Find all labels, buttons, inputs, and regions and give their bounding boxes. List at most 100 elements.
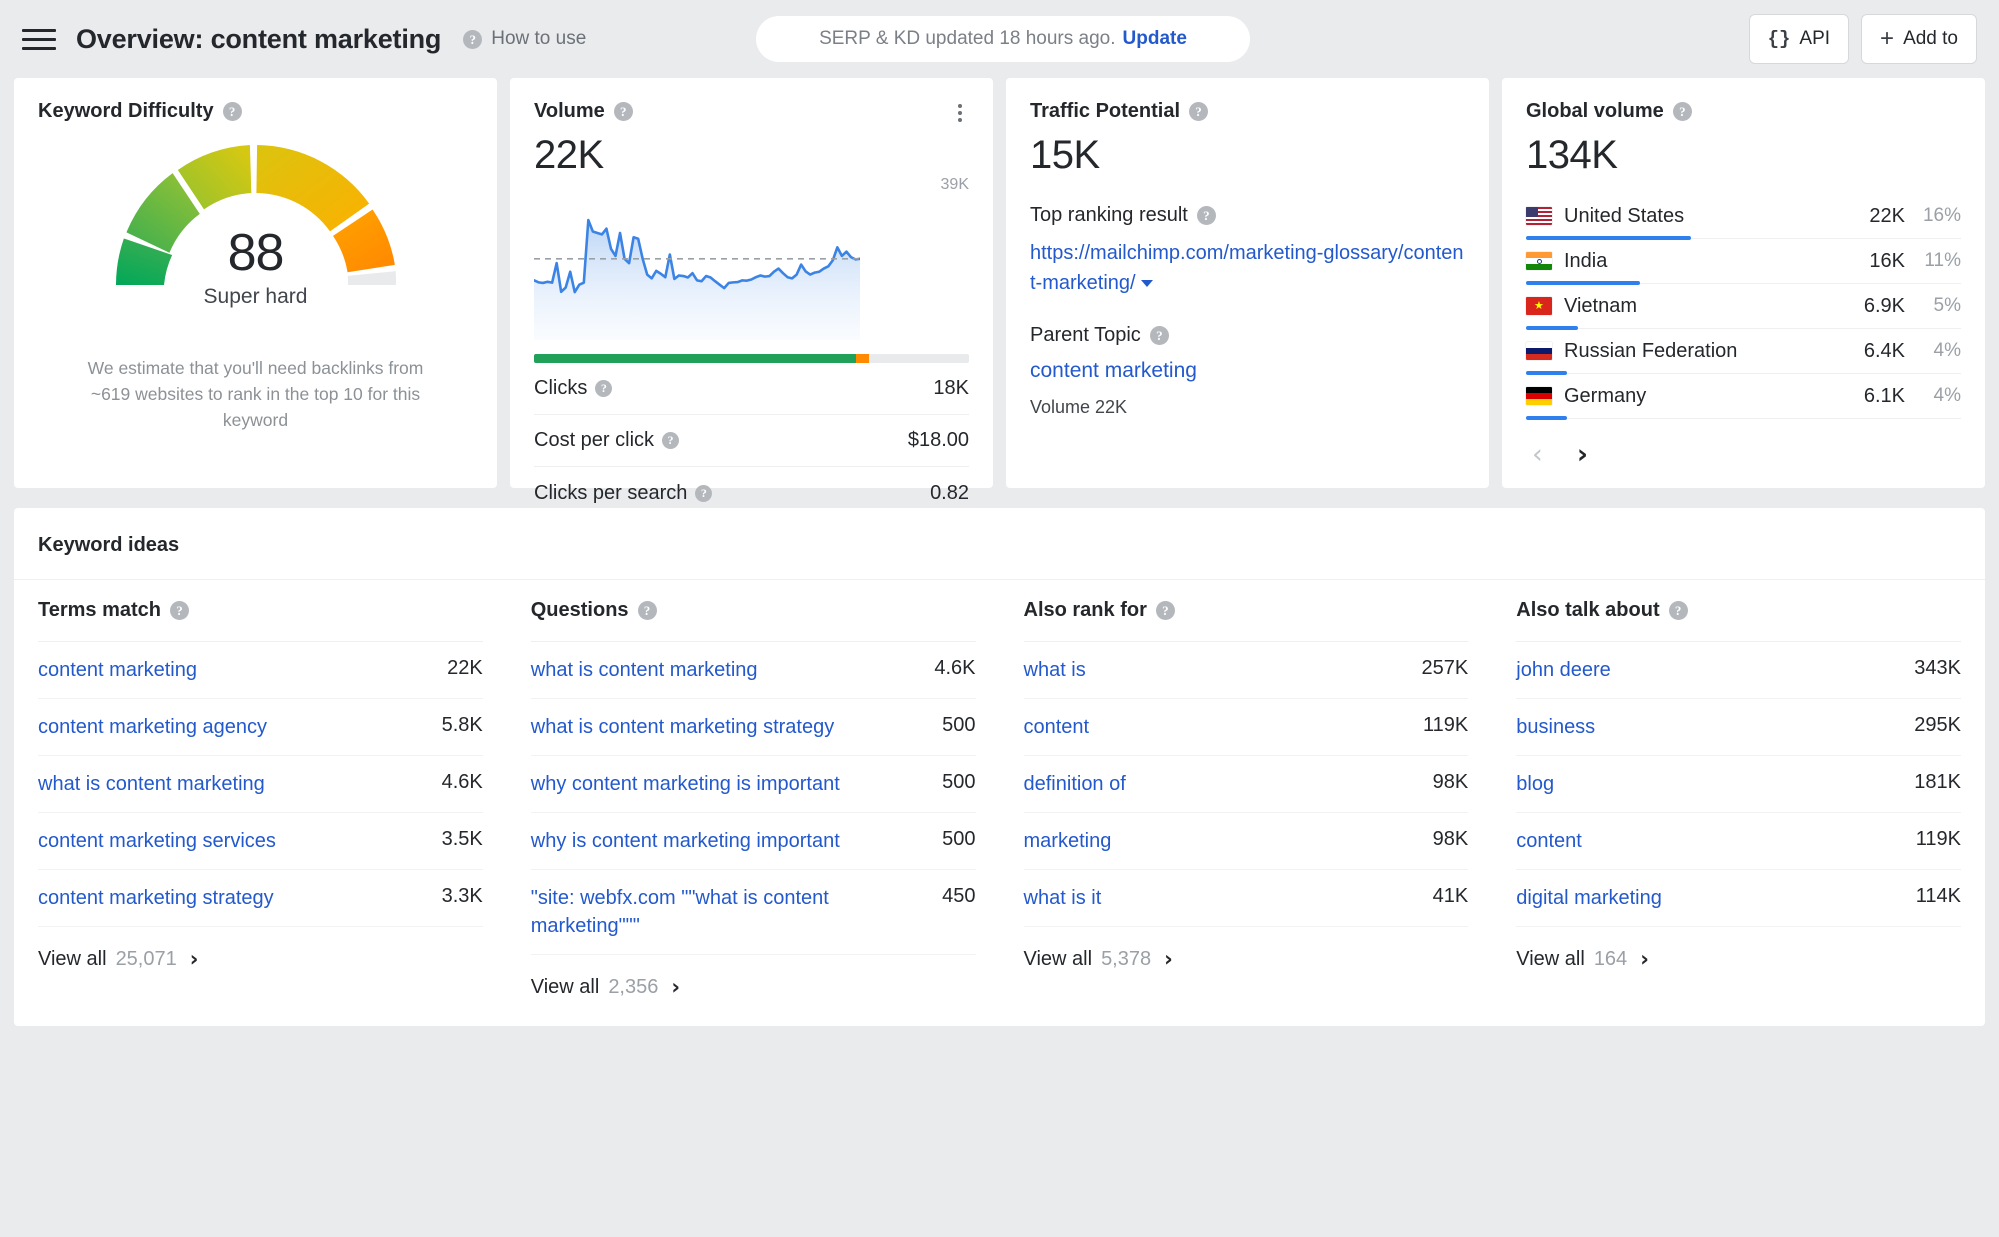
help-icon[interactable]: ? <box>222 102 242 121</box>
keyword-volume: 500 <box>942 714 976 736</box>
help-icon[interactable]: ? <box>170 601 190 620</box>
keyword-term-link[interactable]: business <box>1516 713 1595 741</box>
country-row[interactable]: Germany 6.1K 4% <box>1526 374 1961 420</box>
ru-flag-icon <box>1526 342 1552 360</box>
view-all-label: View all <box>38 947 107 970</box>
keyword-volume: 98K <box>1432 828 1469 850</box>
us-flag-icon <box>1526 207 1552 225</box>
keyword-ideas-column: Questions? what is content marketing 4.6K w… <box>507 580 1000 999</box>
update-link[interactable]: Update <box>1123 28 1187 50</box>
keyword-idea-row: why content marketing is important 500 <box>530 756 976 813</box>
hamburger-menu-icon[interactable] <box>22 24 56 54</box>
global-volume-header: Global volume ? <box>1526 100 1961 123</box>
keyword-idea-row: what is content marketing strategy 500 <box>530 699 976 756</box>
help-icon[interactable]: ? <box>695 484 713 502</box>
page-title: Overview: content marketing <box>76 23 442 54</box>
keyword-term-link[interactable]: what is it <box>1024 884 1102 912</box>
help-icon[interactable]: ? <box>1189 102 1209 121</box>
chevron-down-icon[interactable] <box>1140 280 1153 288</box>
help-icon[interactable]: ? <box>613 102 633 121</box>
chevron-right-icon: › <box>1640 947 1649 971</box>
help-icon[interactable]: ? <box>1155 601 1175 620</box>
keyword-idea-row: definition of 98K <box>1023 756 1469 813</box>
keyword-term-link[interactable]: why is content marketing important <box>531 827 840 855</box>
sparkline-max-label: 39K <box>940 176 969 193</box>
keyword-term-link[interactable]: what is <box>1024 656 1086 684</box>
country-row[interactable]: ★ Vietnam 6.9K 5% <box>1526 284 1961 330</box>
top-ranking-result-url[interactable]: https://mailchimp.com/marketing-glossary… <box>1030 238 1465 298</box>
keyword-term-link[interactable]: blog <box>1516 770 1554 798</box>
chevron-right-icon: › <box>189 947 199 971</box>
keyword-term-link[interactable]: what is content marketing <box>531 656 758 684</box>
add-to-button[interactable]: + Add to <box>1861 14 1977 64</box>
keyword-volume: 343K <box>1914 657 1961 679</box>
help-icon[interactable]: ? <box>637 601 657 620</box>
view-all-label: View all <box>1023 947 1093 970</box>
gauge-segment-4 <box>255 145 369 232</box>
keyword-term-link[interactable]: why content marketing is important <box>531 770 840 798</box>
keyword-volume: 119K <box>1915 828 1961 850</box>
keyword-ideas-column: Also talk about? john deere 343K business 29… <box>1492 580 1985 999</box>
next-page-icon[interactable]: › <box>1577 441 1588 468</box>
parent-topic-link[interactable]: content marketing <box>1030 359 1465 383</box>
keyword-term-link[interactable]: content <box>1024 713 1090 741</box>
help-icon[interactable]: ? <box>662 432 680 449</box>
help-icon[interactable]: ? <box>1149 326 1169 345</box>
view-all-count: 25,071 <box>115 947 177 970</box>
keyword-term-link[interactable]: digital marketing <box>1516 884 1662 912</box>
cost-per-click-value: $18.00 <box>907 429 969 451</box>
keyword-idea-row: content 119K <box>1023 699 1469 756</box>
keyword-term-link[interactable]: content marketing services <box>38 827 276 855</box>
traffic-potential-title: Traffic Potential <box>1030 100 1181 122</box>
add-to-button-label: Add to <box>1903 28 1958 49</box>
help-icon: ? <box>463 29 483 49</box>
keyword-term-link[interactable]: definition of <box>1024 770 1126 798</box>
api-button[interactable]: {} API <box>1748 14 1850 64</box>
keyword-term-link[interactable]: "site: webfx.com ""what is content marke… <box>531 884 926 940</box>
country-volume: 22K <box>1869 204 1905 227</box>
view-all-link[interactable]: View all 2,356 › <box>531 955 976 999</box>
how-to-use-link[interactable]: ? How to use <box>463 28 586 50</box>
country-share: 4% <box>1933 385 1961 406</box>
volume-more-options-icon[interactable] <box>949 102 971 124</box>
keyword-term-link[interactable]: what is content marketing strategy <box>531 713 834 741</box>
country-row[interactable]: United States 22K 16% <box>1526 194 1961 240</box>
view-all-link[interactable]: View all 25,071 › <box>38 927 483 971</box>
keyword-term-link[interactable]: what is content marketing <box>38 770 265 798</box>
country-name: United States <box>1564 204 1685 227</box>
keyword-term-link[interactable]: content marketing agency <box>38 713 267 741</box>
keyword-idea-row: content marketing services 3.5K <box>38 813 483 870</box>
top-ranking-result-url-text: https://mailchimp.com/marketing-glossary… <box>1030 242 1464 294</box>
help-icon[interactable]: ? <box>1668 601 1688 620</box>
keyword-term-link[interactable]: content marketing strategy <box>38 884 274 912</box>
chevron-right-icon: › <box>1164 947 1173 971</box>
country-share-bar <box>1526 416 1568 420</box>
country-row[interactable]: Russian Federation 6.4K 4% <box>1526 329 1961 375</box>
keyword-term-link[interactable]: marketing <box>1024 827 1112 855</box>
serp-update-pill: SERP & KD updated 18 hours ago. Update <box>756 16 1250 62</box>
help-icon[interactable]: ? <box>595 380 613 397</box>
help-icon[interactable]: ? <box>1672 102 1692 121</box>
view-all-label: View all <box>1516 947 1585 970</box>
keyword-volume: 22K <box>447 657 483 679</box>
view-all-link[interactable]: View all 5,378 › <box>1024 927 1469 971</box>
de-flag-icon <box>1526 387 1552 405</box>
volume-sparkline: 39K <box>534 176 969 340</box>
country-share: 16% <box>1922 205 1961 226</box>
keyword-term-link[interactable]: content <box>1516 827 1582 855</box>
view-all-link[interactable]: View all 164 › <box>1516 927 1961 971</box>
keyword-idea-row: john deere 343K <box>1516 642 1961 699</box>
previous-page-icon[interactable]: ‹ <box>1532 441 1543 468</box>
code-braces-icon: {} <box>1767 28 1791 50</box>
keyword-idea-row: content marketing strategy 3.3K <box>38 870 483 927</box>
clicks-per-search-label: Clicks per search <box>534 481 688 504</box>
keyword-ideas-column: Also rank for? what is 257K content 119K defi… <box>1000 580 1493 999</box>
help-icon[interactable]: ? <box>1196 206 1216 225</box>
country-row[interactable]: India 16K 11% <box>1526 239 1961 285</box>
keyword-term-link[interactable]: john deere <box>1516 656 1611 684</box>
keyword-idea-row: why is content marketing important 500 <box>530 813 976 870</box>
traffic-potential-value: 15K <box>1030 133 1100 177</box>
top-bar-actions: {} API + Add to <box>1748 14 1977 64</box>
keyword-term-link[interactable]: content marketing <box>38 656 197 684</box>
serp-update-text: SERP & KD updated 18 hours ago. <box>819 28 1116 49</box>
